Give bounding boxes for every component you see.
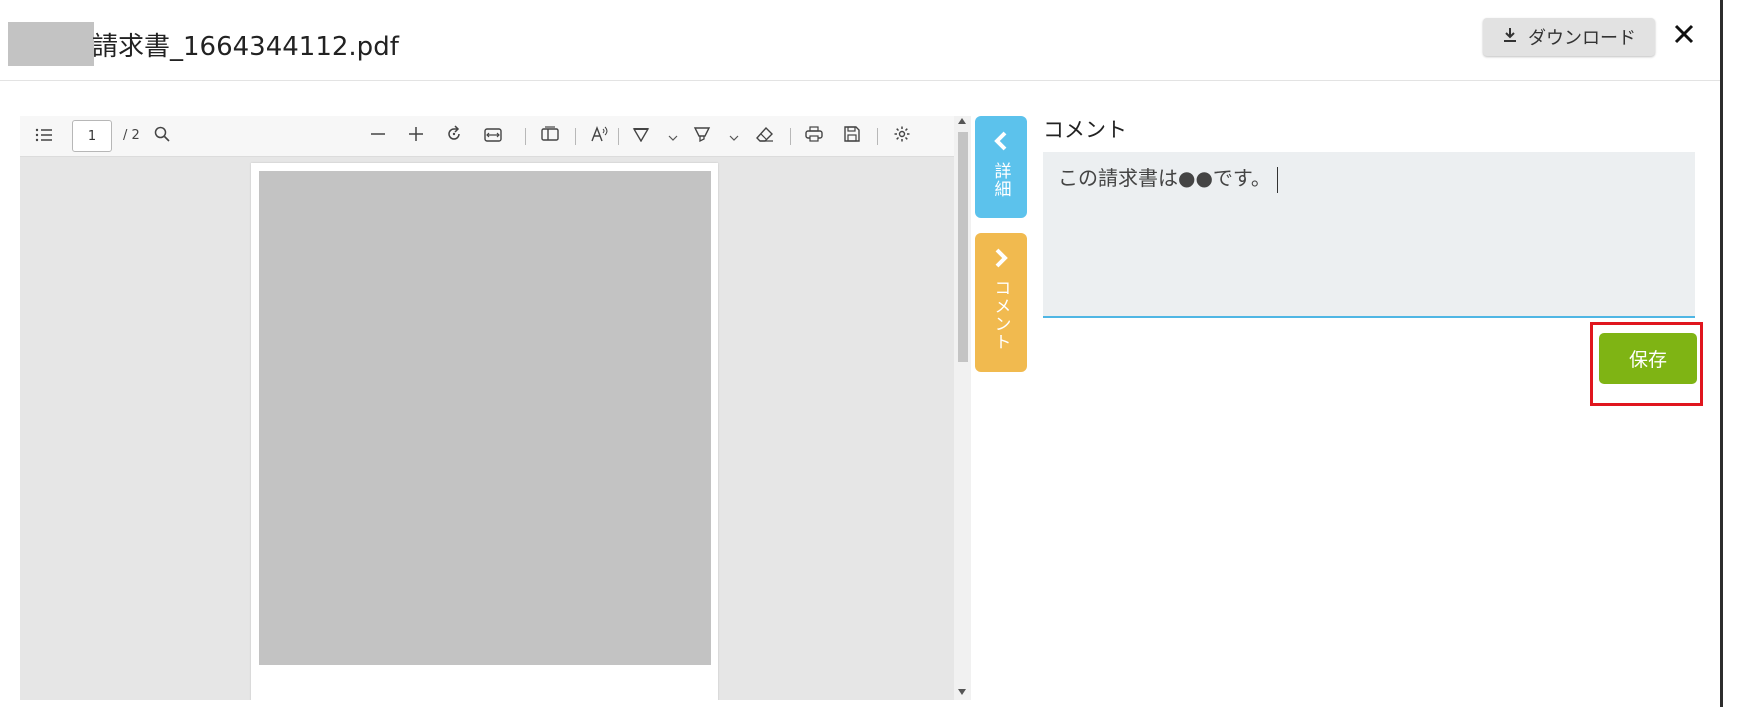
chevron-down-icon <box>729 127 739 146</box>
fit-width-button[interactable] <box>481 124 505 148</box>
plus-icon <box>408 126 424 146</box>
minus-icon <box>370 126 386 146</box>
page-total: / 2 <box>123 128 140 143</box>
find-button[interactable] <box>150 124 174 148</box>
chevron-down-icon <box>668 127 678 146</box>
pdf-viewer: 1 / 2 <box>20 116 971 700</box>
chevron-right-icon <box>993 245 1009 271</box>
toolbar-divider <box>790 128 791 145</box>
comment-heading: コメント <box>1043 118 1127 142</box>
save-pdf-button[interactable] <box>840 124 864 148</box>
close-icon <box>1673 23 1695 49</box>
text-cursor <box>1276 166 1278 193</box>
floppy-disk-icon <box>844 126 860 146</box>
pdf-page <box>251 163 718 700</box>
dialog-header: 請求書_1664344112.pdf ダウンロード <box>0 0 1720 81</box>
page-number-input[interactable]: 1 <box>72 120 112 152</box>
scroll-down-arrow[interactable] <box>958 689 966 695</box>
search-icon <box>154 126 170 146</box>
print-button[interactable] <box>802 124 826 148</box>
rotate-button[interactable] <box>442 124 466 148</box>
draw-options-dropdown[interactable] <box>666 124 680 148</box>
zoom-out-button[interactable] <box>366 124 390 148</box>
comment-text: この請求書は●●です。 <box>1058 166 1271 190</box>
gear-icon <box>893 125 911 147</box>
file-title: 請求書_1664344112.pdf <box>92 32 399 62</box>
comment-textarea[interactable]: この請求書は●●です。 <box>1043 152 1695 318</box>
highlighter-icon <box>693 126 711 146</box>
toolbar-divider <box>525 128 526 145</box>
erase-button[interactable] <box>753 124 777 148</box>
chevron-left-icon <box>993 128 1009 154</box>
scroll-up-arrow[interactable] <box>958 118 966 124</box>
dialog-right-edge <box>1720 0 1723 707</box>
zoom-in-button[interactable] <box>404 124 428 148</box>
highlight-annotation-box <box>1590 322 1703 406</box>
close-button[interactable] <box>1666 18 1702 54</box>
highlight-options-dropdown[interactable] <box>727 124 741 148</box>
tab-details[interactable]: 詳細 <box>975 116 1027 218</box>
toolbar-divider <box>618 128 619 145</box>
scroll-thumb[interactable] <box>958 132 968 362</box>
read-aloud-button[interactable] <box>587 124 611 148</box>
rotate-icon <box>445 125 463 147</box>
tab-comment[interactable]: コメント <box>975 233 1027 372</box>
download-button[interactable]: ダウンロード <box>1483 18 1655 56</box>
settings-button[interactable] <box>890 124 914 148</box>
tab-details-label: 詳細 <box>990 162 1011 198</box>
redacted-page-content <box>259 171 711 665</box>
highlight-button[interactable] <box>690 124 714 148</box>
pdf-document-area[interactable] <box>20 157 954 700</box>
fit-width-icon <box>484 127 502 146</box>
two-page-icon <box>541 126 559 146</box>
toolbar-divider <box>575 128 576 145</box>
download-label: ダウンロード <box>1528 28 1636 49</box>
pdf-preview-dialog: 請求書_1664344112.pdf ダウンロード 1 / 2 詳細 コメント … <box>0 0 1720 707</box>
eraser-icon <box>756 126 774 146</box>
tab-comment-label: コメント <box>990 279 1011 351</box>
viewer-scrollbar[interactable] <box>954 116 971 700</box>
download-icon <box>1502 27 1518 48</box>
draw-icon <box>632 126 650 146</box>
toolbar-divider <box>877 128 878 145</box>
draw-button[interactable] <box>629 124 653 148</box>
list-icon <box>35 127 53 146</box>
pdf-toolbar: 1 / 2 <box>20 116 954 157</box>
outline-toggle-button[interactable] <box>32 124 56 148</box>
printer-icon <box>805 126 823 146</box>
redacted-title-prefix <box>8 22 94 66</box>
page-layout-button[interactable] <box>538 124 562 148</box>
read-aloud-icon <box>590 126 608 146</box>
